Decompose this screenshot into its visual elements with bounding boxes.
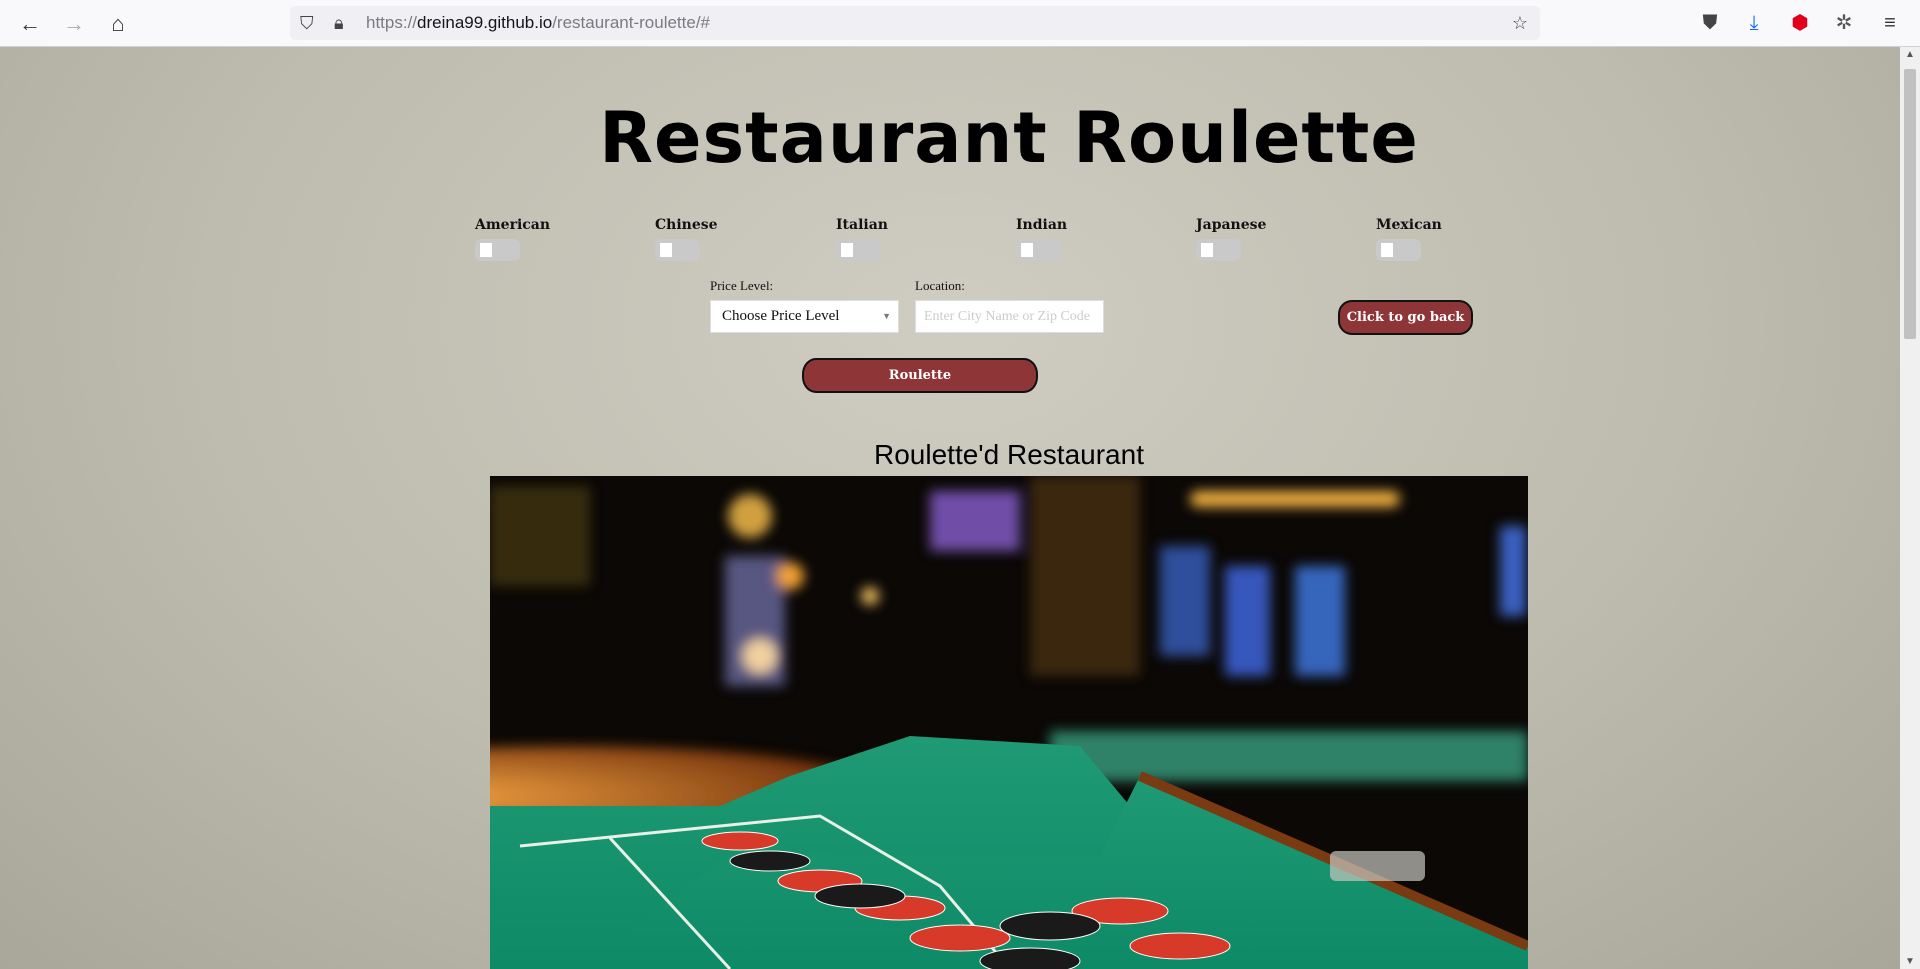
menu-icon[interactable]: ≡ bbox=[1876, 9, 1904, 37]
extension-icon[interactable]: ✲ bbox=[1830, 9, 1858, 37]
cuisine-label: Indian bbox=[1016, 217, 1068, 233]
url-text[interactable]: https://dreina99.github.io/restaurant-ro… bbox=[366, 6, 710, 40]
vertical-scrollbar[interactable]: ▲ ▼ bbox=[1900, 47, 1920, 969]
lock-icon[interactable]: 🔒︎ bbox=[334, 10, 344, 36]
roulette-button[interactable]: Roulette bbox=[802, 358, 1038, 393]
cuisine-label: Japanese bbox=[1196, 217, 1267, 233]
url-prefix: https:// bbox=[366, 13, 418, 32]
cuisine-label: American bbox=[475, 217, 551, 233]
url-host: dreina99.github.io bbox=[417, 13, 553, 32]
download-icon[interactable]: ⤓ bbox=[1740, 9, 1768, 37]
back-icon[interactable]: ← bbox=[16, 10, 44, 38]
page-title: Restaurant Roulette bbox=[599, 97, 1419, 179]
price-level-select[interactable]: Choose Price Level ▼ bbox=[710, 300, 899, 333]
scroll-up-icon[interactable]: ▲ bbox=[1900, 49, 1920, 60]
home-icon[interactable]: ⌂ bbox=[104, 10, 132, 38]
go-back-button[interactable]: Click to go back bbox=[1338, 300, 1473, 335]
cuisine-italian: Italian bbox=[836, 217, 956, 261]
forward-icon[interactable]: → bbox=[60, 10, 88, 38]
location-input[interactable]: Enter City Name or Zip Code bbox=[915, 300, 1104, 333]
cuisine-label: Italian bbox=[836, 217, 888, 233]
cuisine-american: American bbox=[475, 217, 595, 261]
cuisine-label: Mexican bbox=[1376, 217, 1442, 233]
address-bar[interactable]: ⛉ 🔒︎ https://dreina99.github.io/restaura… bbox=[290, 6, 1540, 40]
casino-roulette-image bbox=[490, 476, 1528, 969]
cuisine-toggle[interactable] bbox=[475, 239, 520, 261]
pocket-icon[interactable]: ⛊ bbox=[1696, 9, 1724, 37]
scrollbar-thumb[interactable] bbox=[1904, 69, 1916, 339]
result-heading: Roulette'd Restaurant bbox=[874, 439, 1144, 470]
cuisine-toggle[interactable] bbox=[655, 239, 700, 261]
cuisine-toggle[interactable] bbox=[1196, 239, 1241, 261]
cuisine-label: Chinese bbox=[655, 217, 718, 233]
cuisine-toggle[interactable] bbox=[1376, 239, 1421, 261]
scroll-down-icon[interactable]: ▼ bbox=[1900, 956, 1920, 967]
page: Restaurant Roulette American Chinese Ita… bbox=[0, 47, 1900, 969]
price-level-value: Choose Price Level bbox=[722, 308, 840, 324]
cuisine-mexican: Mexican bbox=[1376, 217, 1496, 261]
cuisine-toggle[interactable] bbox=[1016, 239, 1061, 261]
dropdown-arrow-icon: ▼ bbox=[882, 311, 891, 321]
cuisine-chinese: Chinese bbox=[655, 217, 775, 261]
url-path: /restaurant-roulette/# bbox=[552, 13, 711, 32]
cuisine-toggle[interactable] bbox=[836, 239, 881, 261]
location-label: Location: bbox=[915, 278, 965, 293]
price-level-label: Price Level: bbox=[710, 278, 774, 293]
shield-icon[interactable]: ⛉ bbox=[300, 10, 314, 36]
cuisine-indian: Indian bbox=[1016, 217, 1136, 261]
adblock-icon[interactable]: ⬢ bbox=[1786, 9, 1814, 37]
bookmark-star-icon[interactable]: ☆ bbox=[1512, 10, 1528, 36]
browser-toolbar: ← → ⌂ ⛉ 🔒︎ https://dreina99.github.io/re… bbox=[0, 0, 1920, 47]
cuisine-japanese: Japanese bbox=[1196, 217, 1316, 261]
